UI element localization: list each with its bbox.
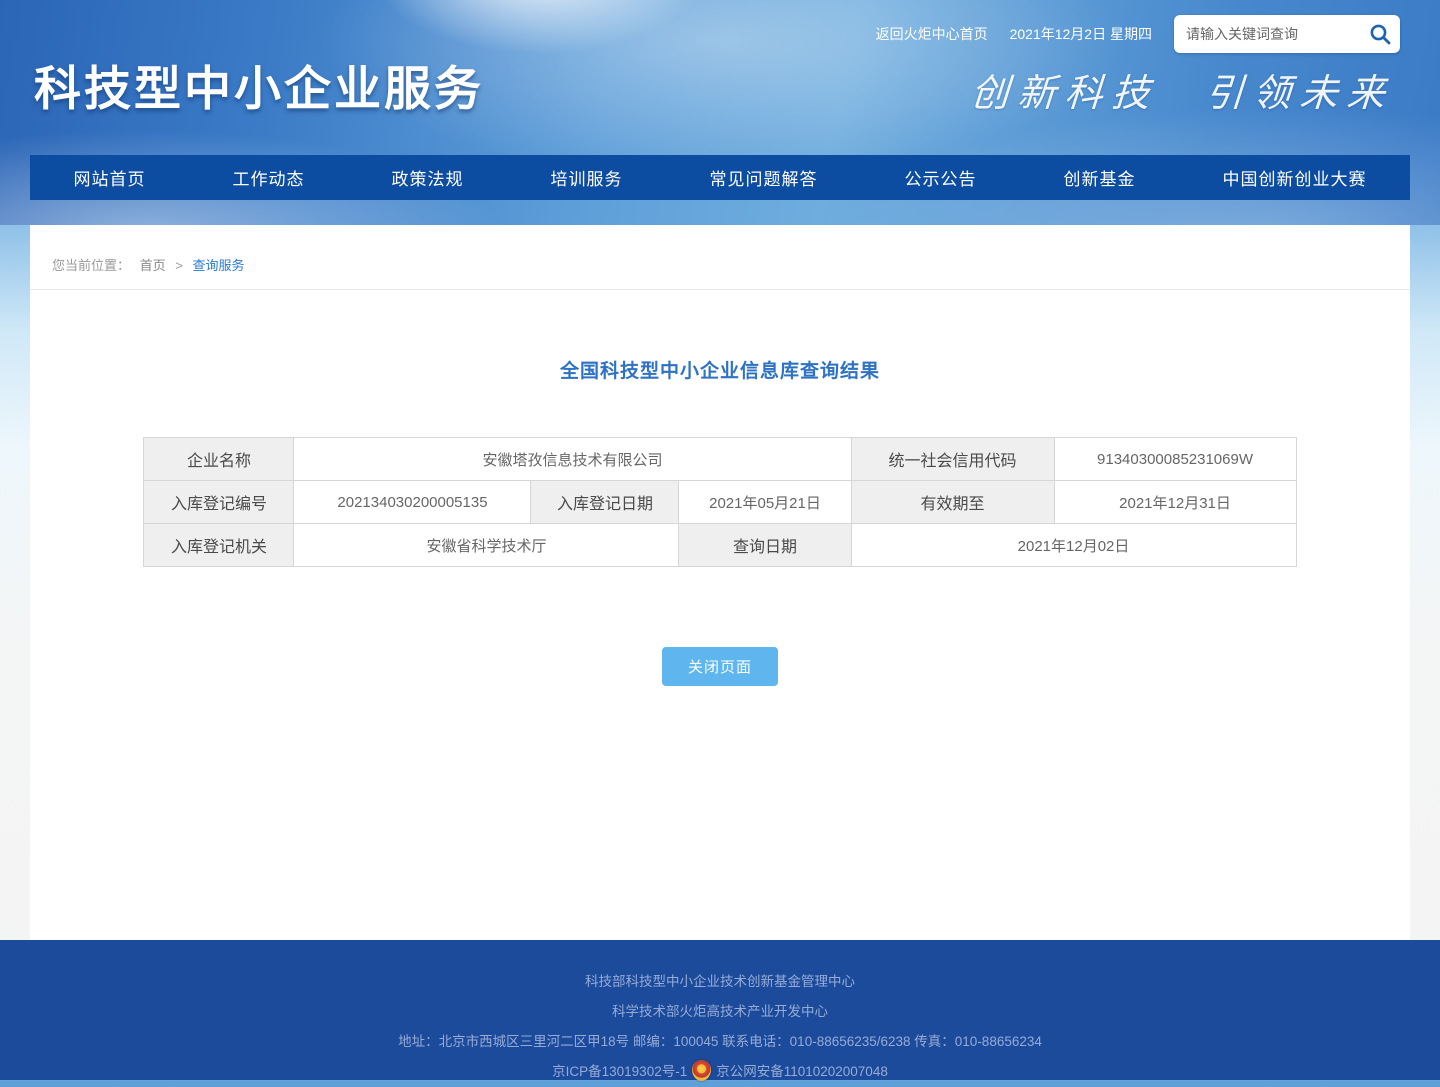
nav-item-announcements[interactable]: 公示公告 [905,165,977,190]
table-row: 入库登记机关 安徽省科学技术厅 查询日期 2021年12月02日 [144,524,1296,567]
nav-item-innovation-fund[interactable]: 创新基金 [1064,165,1136,190]
breadcrumb-separator: > [175,258,183,273]
registration-number-value: 202134030200005135 [294,481,531,524]
nav-item-policies[interactable]: 政策法规 [392,165,464,190]
nav-item-home[interactable]: 网站首页 [74,165,146,190]
valid-until-value: 2021年12月31日 [1054,481,1296,524]
company-name-label: 企业名称 [144,438,294,481]
nav-item-innovation-competition[interactable]: 中国创新创业大赛 [1223,165,1367,190]
footer-org-2: 科学技术部火炬高技术产业开发中心 [0,997,1440,1027]
site-logo: 科技型中小企业服务 [34,50,484,119]
torch-center-home-link[interactable]: 返回火炬中心首页 [876,24,988,44]
registration-authority-label: 入库登记机关 [144,524,294,567]
nav-item-work-news[interactable]: 工作动态 [233,165,305,190]
page-title: 全国科技型中小企业信息库查询结果 [30,356,1410,383]
nav-item-faq[interactable]: 常见问题解答 [710,165,818,190]
breadcrumb: 您当前位置： 首页 > 查询服务 [30,225,1410,290]
table-row: 企业名称 安徽塔孜信息技术有限公司 统一社会信用代码 9134030008523… [144,438,1296,481]
query-result-table: 企业名称 安徽塔孜信息技术有限公司 统一社会信用代码 9134030008523… [143,437,1296,567]
close-page-button[interactable]: 关闭页面 [662,647,778,686]
registration-number-label: 入库登记编号 [144,481,294,524]
table-row: 入库登记编号 202134030200005135 入库登记日期 2021年05… [144,481,1296,524]
company-name-value: 安徽塔孜信息技术有限公司 [294,438,851,481]
search-input[interactable] [1186,26,1368,42]
header-slogan: 创新科技 引领未来 [969,62,1396,117]
registration-authority-value: 安徽省科学技术厅 [294,524,679,567]
registration-date-value: 2021年05月21日 [679,481,851,524]
footer-org-1: 科技部科技型中小企业技术创新基金管理中心 [0,967,1440,997]
query-date-value: 2021年12月02日 [851,524,1296,567]
footer: 科技部科技型中小企业技术创新基金管理中心 科学技术部火炬高技术产业开发中心 地址… [0,940,1440,1080]
credit-code-label: 统一社会信用代码 [851,438,1054,481]
current-date: 2021年12月2日 星期四 [1010,24,1152,44]
icp-filing-link[interactable]: 京ICP备13019302号-1 [552,1064,687,1079]
breadcrumb-current-link[interactable]: 查询服务 [193,258,245,273]
breadcrumb-home-link[interactable]: 首页 [140,258,166,273]
public-security-badge-icon [692,1060,711,1081]
main-nav: 网站首页 工作动态 政策法规 培训服务 常见问题解答 公示公告 创新基金 中国创… [30,155,1410,200]
valid-until-label: 有效期至 [851,481,1054,524]
registration-date-label: 入库登记日期 [531,481,679,524]
search-box[interactable] [1174,15,1400,53]
query-date-label: 查询日期 [679,524,851,567]
breadcrumb-prefix: 您当前位置： [52,258,130,273]
search-icon[interactable] [1368,22,1392,46]
public-security-filing-link[interactable]: 京公网安备11010202007048 [716,1064,888,1079]
credit-code-value: 91340300085231069W [1054,438,1296,481]
content-panel: 您当前位置： 首页 > 查询服务 全国科技型中小企业信息库查询结果 企业名称 安… [30,225,1410,940]
footer-contact-info: 地址：北京市西城区三里河二区甲18号 邮编：100045 联系电话：010-88… [0,1027,1440,1057]
footer-icp-row: 京ICP备13019302号-1 京公网安备11010202007048 [0,1057,1440,1087]
nav-item-training[interactable]: 培训服务 [551,165,623,190]
